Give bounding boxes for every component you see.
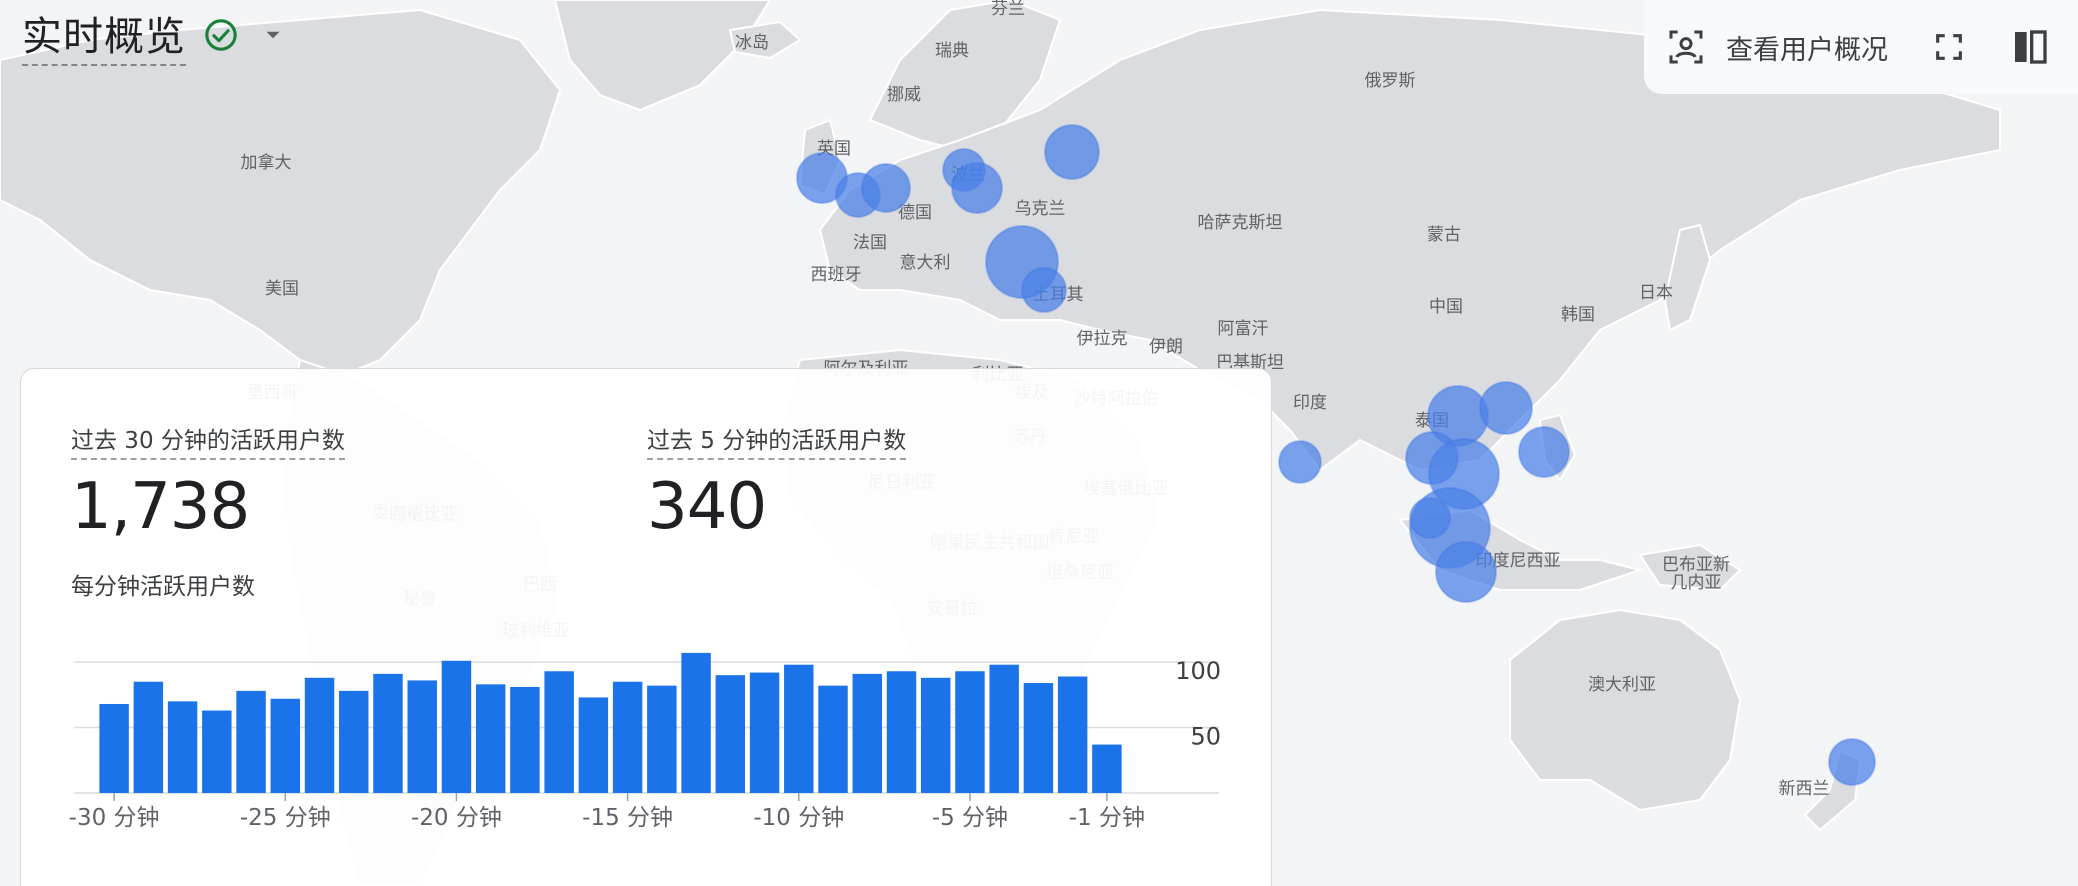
map-country-label: 伊拉克 xyxy=(1077,329,1128,349)
chart-x-tick-label: -15 分钟 xyxy=(582,805,673,831)
chart-bar[interactable] xyxy=(510,686,540,793)
map-country-label: 新西兰 xyxy=(1779,779,1830,799)
chart-bar[interactable] xyxy=(407,680,437,793)
map-country-label: 中国 xyxy=(1429,297,1463,317)
metric-active-users-5min: 过去 5 分钟的活跃用户数 340 xyxy=(647,421,907,544)
check-circle-icon xyxy=(205,19,237,51)
map-country-label: 加拿大 xyxy=(241,152,292,173)
chart-bar[interactable] xyxy=(1092,744,1122,793)
user-location-bubble[interactable] xyxy=(1518,426,1570,478)
map-country-label: 乌克兰 xyxy=(1015,199,1066,219)
metric-5-label[interactable]: 过去 5 分钟的活跃用户数 xyxy=(647,421,907,460)
user-location-bubble[interactable] xyxy=(1435,541,1497,603)
chart-y-tick-label: 50 xyxy=(1190,723,1221,751)
chart-bar[interactable] xyxy=(475,684,506,793)
chart-bar[interactable] xyxy=(99,703,129,793)
map-country-label: 美国 xyxy=(265,279,299,299)
chart-x-tick-label: -20 分钟 xyxy=(411,805,502,831)
chart-bar[interactable] xyxy=(270,698,301,793)
chart-bar[interactable] xyxy=(955,671,985,793)
map-country-label: 俄罗斯 xyxy=(1365,71,1416,91)
chart-bar[interactable] xyxy=(749,672,780,793)
chart-bar[interactable] xyxy=(578,697,609,793)
map-country-label: 伊朗 xyxy=(1149,337,1183,357)
chart-bar[interactable] xyxy=(236,690,266,793)
chart-bar[interactable] xyxy=(989,664,1019,793)
map-country-label: 几内亚 xyxy=(1671,573,1722,593)
chart-bar[interactable] xyxy=(167,701,198,793)
user-snapshot-icon xyxy=(1669,30,1703,64)
chart-bar[interactable] xyxy=(852,673,882,793)
chart-bar[interactable] xyxy=(1057,676,1088,793)
metric-5-value: 340 xyxy=(647,470,767,544)
metric-30-value: 1,738 xyxy=(71,470,250,544)
user-location-bubble[interactable] xyxy=(951,162,1003,214)
chart-bar[interactable] xyxy=(441,660,472,793)
chart-bar[interactable] xyxy=(920,677,951,793)
chart-bar[interactable] xyxy=(715,675,746,793)
map-country-label: 印度 xyxy=(1293,393,1327,413)
chart-x-tick-label: -10 分钟 xyxy=(753,805,844,831)
metric-30-label[interactable]: 过去 30 分钟的活跃用户数 xyxy=(71,421,345,460)
realtime-metrics-card: -30 分钟 -25 分钟 -20 分钟 -15 分钟 -10 分钟 -5 分钟 -1 分钟… xyxy=(20,368,1272,886)
user-location-bubble[interactable] xyxy=(1828,738,1876,786)
map-country-label: 西班牙 xyxy=(811,265,862,285)
chart-x-tick-label: -25 分钟 xyxy=(240,805,331,831)
map-country-label: 巴布亚新 xyxy=(1662,555,1730,575)
header: 实时概览 xyxy=(22,4,286,66)
map-country-label: 挪威 xyxy=(887,85,921,105)
chart-y-tick-label: 100 xyxy=(1175,657,1221,685)
chart-bar[interactable] xyxy=(304,677,335,793)
chart-bar[interactable] xyxy=(818,685,848,793)
chart-bar[interactable] xyxy=(647,685,677,793)
user-location-bubble[interactable] xyxy=(1021,267,1067,313)
page-title[interactable]: 实时概览 xyxy=(22,4,186,66)
chart-bar[interactable] xyxy=(544,671,574,793)
user-location-bubble[interactable] xyxy=(1479,381,1533,435)
chart-x-tick-label: -5 分钟 xyxy=(932,805,1008,831)
map-country-label: 阿富汗 xyxy=(1218,319,1269,339)
map-country-label: 法国 xyxy=(853,233,887,253)
chart-bar[interactable] xyxy=(886,671,917,793)
caret-down-icon[interactable] xyxy=(260,22,286,48)
chart-bar[interactable] xyxy=(784,664,814,793)
chart-bar[interactable] xyxy=(202,710,232,793)
chart-bar[interactable] xyxy=(339,690,369,793)
map-country-label: 芬兰 xyxy=(991,0,1025,19)
map-country-label: 哈萨克斯坦 xyxy=(1198,213,1283,233)
map-country-label: 冰岛 xyxy=(735,33,769,53)
chart-x-tick-label: -1 分钟 xyxy=(1069,805,1145,831)
fullscreen-icon[interactable] xyxy=(1932,30,1966,64)
view-user-snapshot-label: 查看用户概况 xyxy=(1726,34,1888,66)
map-country-label: 韩国 xyxy=(1561,305,1595,325)
map-country-label: 瑞典 xyxy=(935,41,969,61)
chart-title: 每分钟活跃用户数 xyxy=(71,574,255,600)
map-country-label: 意大利 xyxy=(900,253,951,273)
split-view-icon[interactable] xyxy=(2010,27,2050,67)
chart-bar[interactable] xyxy=(373,673,403,793)
chart-bar[interactable] xyxy=(612,681,643,793)
top-toolbar: 查看用户概况 xyxy=(1644,0,2078,94)
map-country-label: 澳大利亚 xyxy=(1588,675,1656,695)
map-country-label: 日本 xyxy=(1639,283,1673,303)
chart-bar[interactable] xyxy=(1023,683,1054,793)
chart-bar[interactable] xyxy=(133,681,164,793)
view-user-snapshot-button[interactable]: 查看用户概况 xyxy=(1666,27,1888,67)
chart-x-tick-label: -30 分钟 xyxy=(69,805,160,831)
user-location-bubble[interactable] xyxy=(1044,124,1100,180)
land-australia xyxy=(1509,608,1742,812)
map-country-label: 蒙古 xyxy=(1427,225,1461,245)
user-location-bubble[interactable] xyxy=(1278,440,1322,484)
metric-active-users-30min: 过去 30 分钟的活跃用户数 1,738 xyxy=(71,421,345,544)
user-location-bubble[interactable] xyxy=(861,163,911,213)
user-location-bubble[interactable] xyxy=(1409,497,1451,539)
chart-bar[interactable] xyxy=(681,652,711,793)
